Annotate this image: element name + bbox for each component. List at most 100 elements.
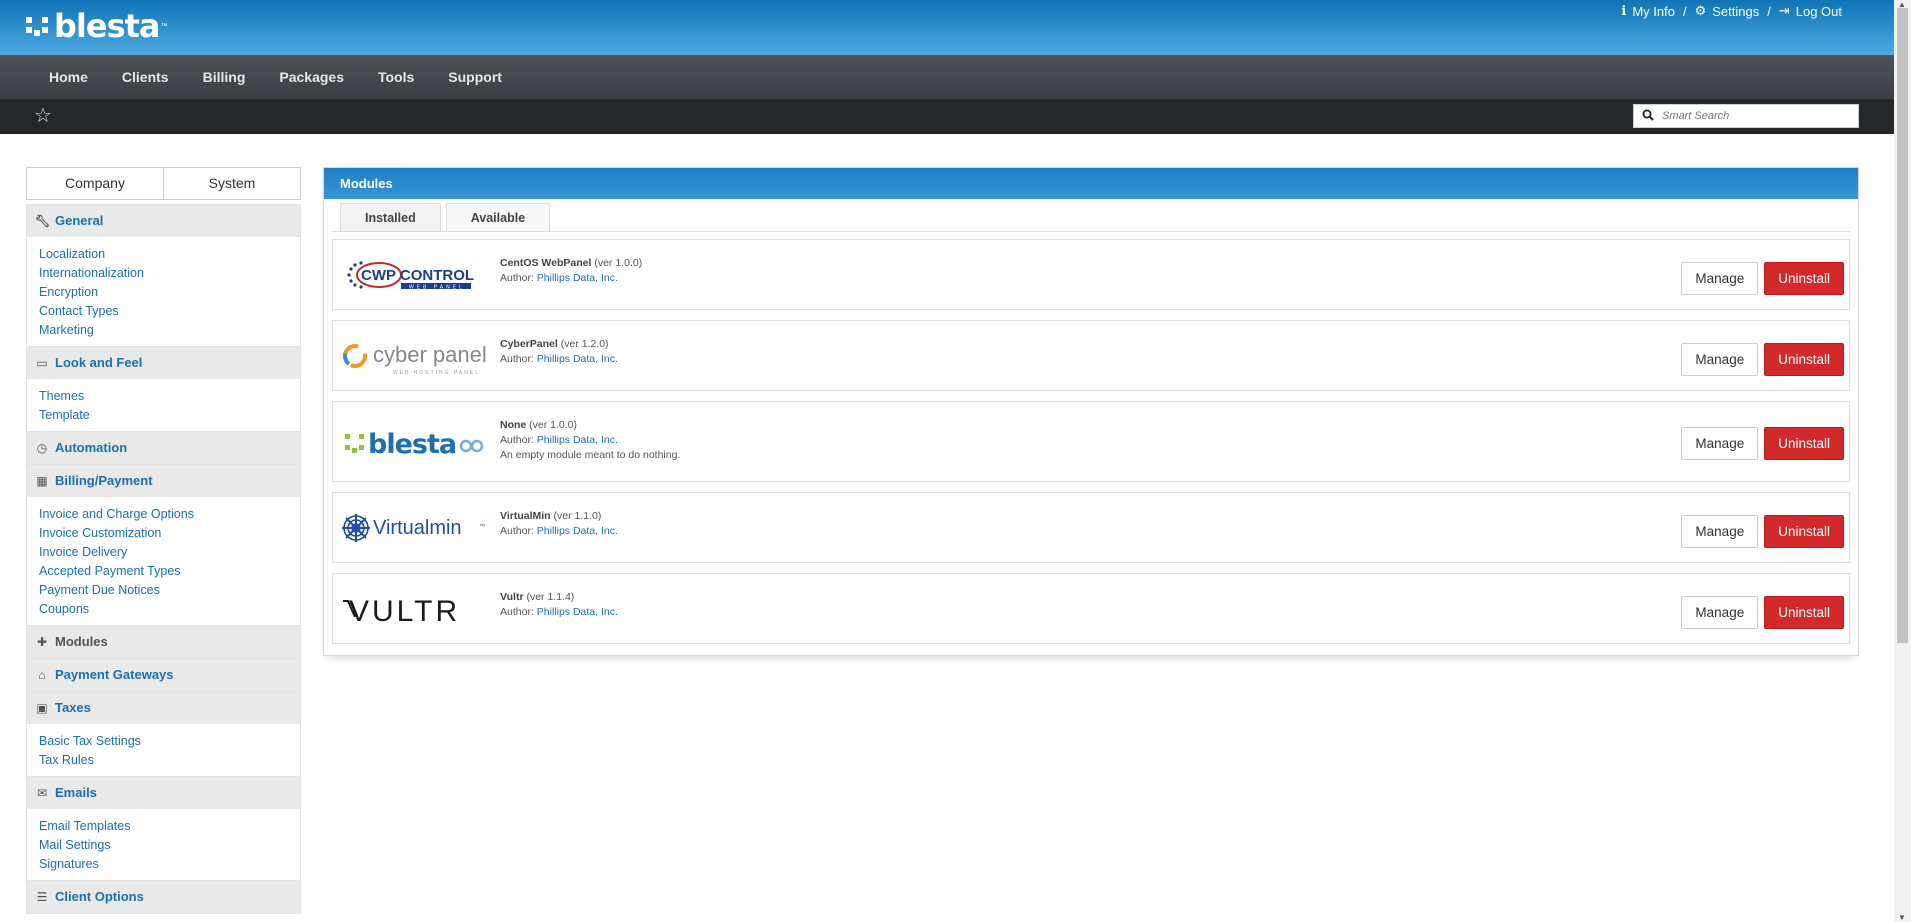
nav-clients[interactable]: Clients [105, 55, 186, 99]
sidebar-link-localization[interactable]: Localization [39, 245, 300, 264]
nav-tools[interactable]: Tools [361, 55, 431, 99]
modules-panel: Modules Installed Available CWP CONTROL … [323, 167, 1859, 656]
scroll-down-arrow-icon[interactable]: ▼ [1898, 913, 1906, 922]
module-actions: Manage Uninstall [1681, 427, 1844, 460]
logo-trademark: ™ [160, 22, 168, 30]
logo-text: cyber panel [373, 342, 487, 367]
sidebar-head-billing-payment[interactable]: ▦ Billing/Payment [27, 465, 300, 497]
author-link[interactable]: Phillips Data, Inc. [537, 606, 618, 618]
cwp-logo: CWP CONTROL WEB PANEL [341, 250, 491, 300]
sidebar-link-accepted-payment-types[interactable]: Accepted Payment Types [39, 562, 300, 581]
nav-home[interactable]: Home [32, 55, 105, 99]
smart-search [1633, 104, 1859, 128]
settings-link[interactable]: Settings [1712, 4, 1759, 19]
author-link[interactable]: Phillips Data, Inc. [537, 525, 618, 537]
sidebar-link-email-templates[interactable]: Email Templates [39, 817, 300, 836]
module-info: None (ver 1.0.0) Author: Phillips Data, … [500, 418, 680, 463]
nav-billing[interactable]: Billing [186, 55, 263, 99]
sidebar-link-marketing[interactable]: Marketing [39, 321, 300, 340]
logout-icon: ⇥ [1778, 3, 1790, 18]
sidebar-link-contact-types[interactable]: Contact Types [39, 302, 300, 321]
sidebar-section-taxes: ▣ Taxes Basic Tax Settings Tax Rules [26, 692, 301, 777]
author-label: Author: [500, 606, 534, 618]
uninstall-button[interactable]: Uninstall [1764, 515, 1844, 548]
sliders-icon: ☰ [36, 890, 48, 904]
sidebar-link-coupons[interactable]: Coupons [39, 600, 300, 619]
scroll-thumb[interactable] [1897, 8, 1908, 643]
uninstall-button[interactable]: Uninstall [1764, 262, 1844, 295]
separator: / [1682, 3, 1687, 19]
svg-text:™: ™ [479, 523, 485, 530]
module-info: Vultr (ver 1.1.4) Author: Phillips Data,… [500, 590, 618, 620]
sidebar-link-internationalization[interactable]: Internationalization [39, 264, 300, 283]
blesta-module-logo: blesta [341, 417, 491, 467]
sidebar-section-general: 🔧︎ General Localization Internationalizat… [26, 204, 301, 347]
wrench-icon: 🔧︎ [35, 214, 51, 228]
sidebar-link-tax-rules[interactable]: Tax Rules [39, 751, 300, 770]
sidebar-head-payment-gateways[interactable]: ⌂ Payment Gateways [27, 659, 300, 691]
bank-icon: ⌂ [38, 668, 46, 682]
module-info: CyberPanel (ver 1.2.0) Author: Phillips … [500, 337, 618, 367]
sidebar-head-look-and-feel[interactable]: ▭ Look and Feel [27, 347, 300, 379]
logo-text: blesta [368, 429, 456, 460]
sidebar-section-emails: ✉ Emails Email Templates Mail Settings Si… [26, 777, 301, 881]
uninstall-button[interactable]: Uninstall [1764, 596, 1844, 629]
manage-button[interactable]: Manage [1681, 515, 1759, 548]
module-version: (ver 1.0.0) [594, 257, 643, 269]
nav-support[interactable]: Support [431, 55, 519, 99]
nav-packages[interactable]: Packages [262, 55, 361, 99]
sidebar-head-label: Payment Gateways [55, 667, 174, 682]
uninstall-button[interactable]: Uninstall [1764, 343, 1844, 376]
sidebar-link-invoice-customization[interactable]: Invoice Customization [39, 524, 300, 543]
author-link[interactable]: Phillips Data, Inc. [537, 434, 618, 446]
tab-available[interactable]: Available [445, 203, 551, 231]
sidebar-section-billing-payment: ▦ Billing/Payment Invoice and Charge Opti… [26, 465, 301, 626]
tab-divider [332, 231, 1850, 232]
sidebar-section-look-and-feel: ▭ Look and Feel Themes Template [26, 347, 301, 432]
main-nav: Home Clients Billing Packages Tools Supp… [0, 55, 1894, 99]
author-label: Author: [500, 272, 534, 284]
sidebar-head-modules[interactable]: ✚ Modules [27, 626, 300, 658]
star-icon[interactable]: ☆ [34, 106, 52, 126]
sidebar-link-payment-due-notices[interactable]: Payment Due Notices [39, 581, 300, 600]
calculator-icon: ▦ [36, 474, 48, 488]
sidebar-head-label: Look and Feel [55, 355, 143, 370]
vultr-logo: VULTR [341, 584, 491, 634]
sidebar-link-themes[interactable]: Themes [39, 387, 300, 406]
top-header: blesta ™ ℹ My Info / ⚙ Settings / ⇥ Log … [0, 0, 1894, 55]
module-name: Vultr [500, 591, 524, 603]
manage-button[interactable]: Manage [1681, 427, 1759, 460]
virtualmin-logo: Virtualmin ™ [341, 503, 491, 553]
sidebar-link-template[interactable]: Template [39, 406, 300, 425]
sidebar-link-signatures[interactable]: Signatures [39, 855, 300, 874]
uninstall-button[interactable]: Uninstall [1764, 427, 1844, 460]
manage-button[interactable]: Manage [1681, 343, 1759, 376]
my-info-link[interactable]: My Info [1632, 4, 1675, 19]
sidebar-link-invoice-delivery[interactable]: Invoice Delivery [39, 543, 300, 562]
manage-button[interactable]: Manage [1681, 262, 1759, 295]
tab-company[interactable]: Company [26, 167, 164, 200]
logo-text: CWP CONTROL [361, 267, 474, 284]
sidebar-link-basic-tax-settings[interactable]: Basic Tax Settings [39, 732, 300, 751]
sidebar-link-invoice-charge-options[interactable]: Invoice and Charge Options [39, 505, 300, 524]
sidebar-head-taxes[interactable]: ▣ Taxes [27, 692, 300, 724]
module-tabs: Installed Available [340, 203, 551, 231]
manage-button[interactable]: Manage [1681, 596, 1759, 629]
tab-installed[interactable]: Installed [340, 203, 441, 231]
puzzle-icon: ✚ [36, 635, 48, 649]
sidebar-link-encryption[interactable]: Encryption [39, 283, 300, 302]
author-link[interactable]: Phillips Data, Inc. [537, 272, 618, 284]
blesta-logo[interactable]: blesta ™ [24, 8, 168, 44]
sidebar-tabs: Company System [26, 167, 301, 200]
author-link[interactable]: Phillips Data, Inc. [537, 353, 618, 365]
page-scrollbar[interactable]: ▲ ▼ [1894, 0, 1911, 922]
sidebar-head-automation[interactable]: ◷ Automation [27, 432, 300, 464]
sidebar-head-general[interactable]: 🔧︎ General [27, 205, 300, 237]
logout-link[interactable]: Log Out [1796, 4, 1842, 19]
tab-system[interactable]: System [164, 167, 301, 200]
sidebar-head-emails[interactable]: ✉ Emails [27, 777, 300, 809]
sidebar-link-mail-settings[interactable]: Mail Settings [39, 836, 300, 855]
logo-subtext: WEB PANEL [409, 285, 465, 291]
sidebar-head-client-options[interactable]: ☰ Client Options [27, 881, 300, 913]
search-input[interactable] [1662, 110, 1852, 122]
